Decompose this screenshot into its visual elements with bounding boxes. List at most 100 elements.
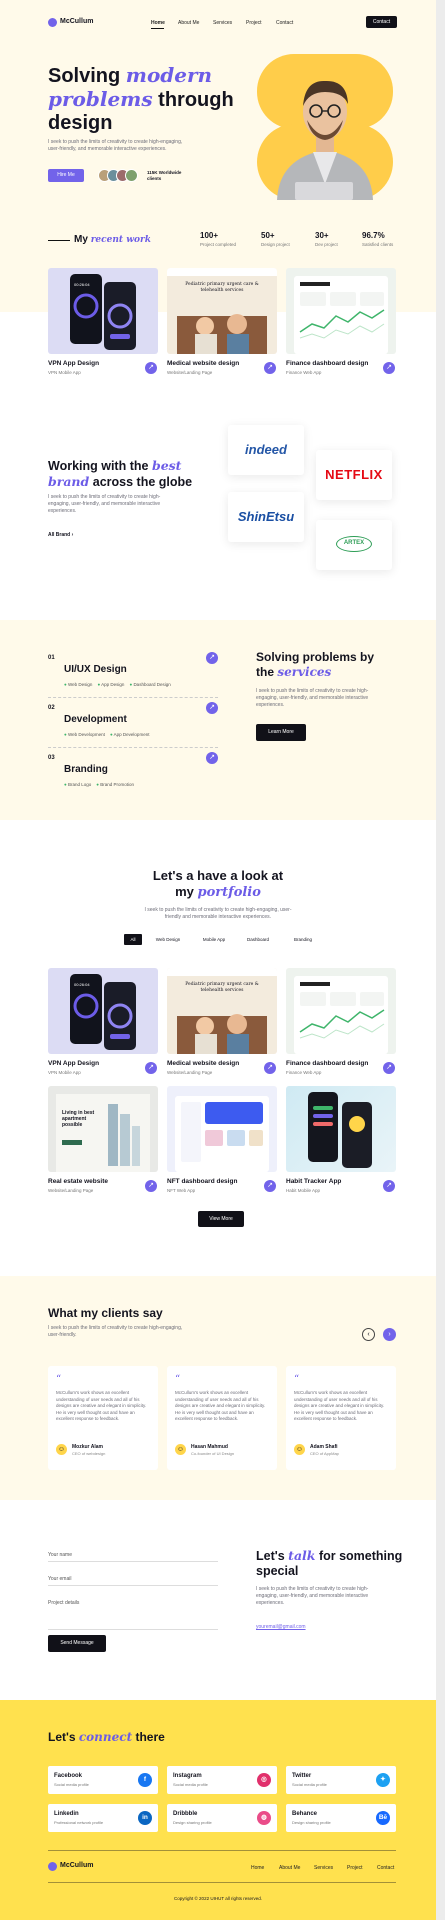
testimonials-title: What my clients say (48, 1306, 163, 1320)
footer-nav-services[interactable]: Services (314, 1865, 333, 1871)
filter-web-design[interactable]: Web Design (148, 934, 188, 945)
filter-all[interactable]: All (124, 934, 142, 945)
social-subtitle: Social media profile (292, 1782, 327, 1787)
hero-section: McCullum Home About Me Services Project … (0, 0, 436, 312)
nav-services[interactable]: Services (213, 20, 232, 26)
service-tags: ● Web Development ● App Development (64, 732, 150, 737)
arrow-icon[interactable]: ↗ (206, 702, 218, 714)
stat-label: Design project (261, 242, 290, 247)
footer-nav-about[interactable]: About Me (279, 1865, 300, 1871)
real-estate-card-image[interactable]: Living in best apartment possible (48, 1086, 158, 1172)
nav-active-underline (151, 28, 164, 29)
recent-card-title[interactable]: VPN App Design (48, 360, 99, 367)
arrow-icon[interactable]: ↗ (145, 1180, 157, 1192)
arrow-icon[interactable]: ↗ (264, 362, 276, 374)
social-card-dribbble[interactable]: Dribbble Design sharing profile ◍ (167, 1804, 277, 1832)
footer-nav-home[interactable]: Home (251, 1865, 264, 1871)
linkedin-icon[interactable]: in (138, 1811, 152, 1825)
dribbble-icon[interactable]: ◍ (257, 1811, 271, 1825)
arrow-icon[interactable]: ↗ (383, 1062, 395, 1074)
portfolio-card-title[interactable]: VPN App Design (48, 1060, 99, 1067)
social-subtitle: Design sharing profile (292, 1820, 331, 1825)
testimonial-text: McCullum's work shows an excellent under… (175, 1390, 266, 1421)
services-section: 01 UI/UX Design ↗ ● Web Design ● App Des… (0, 620, 436, 820)
hero-portrait (255, 54, 397, 200)
nav-contact[interactable]: Contact (276, 20, 293, 26)
arrow-icon[interactable]: ↗ (145, 362, 157, 374)
project-details-input[interactable]: Project details (48, 1596, 218, 1630)
vpn-card-image[interactable]: 00:26:04 (48, 268, 158, 354)
send-message-button[interactable]: Send Message (48, 1635, 106, 1652)
view-more-button[interactable]: View More (198, 1211, 244, 1227)
social-section: Let's connect there Facebook Social media… (0, 1700, 436, 1920)
logo-icon (48, 18, 57, 27)
portfolio-title: Let's a have a look at my portfolio (152, 868, 284, 900)
filter-branding[interactable]: Branding (286, 934, 320, 945)
stat-label: Satisfied clients (362, 242, 394, 247)
arrow-icon[interactable]: ↗ (145, 1062, 157, 1074)
all-brand-link[interactable]: All Brand › (48, 532, 73, 538)
quote-icon: “ (175, 1374, 181, 1385)
portfolio-card-title[interactable]: Real estate website (48, 1178, 108, 1185)
stat-label: Dev project (315, 242, 338, 247)
portfolio-card-title[interactable]: Habit Tracker App (286, 1178, 341, 1185)
next-arrow-icon[interactable]: › (383, 1328, 396, 1341)
recent-card-title[interactable]: Finance dashboard design (286, 360, 368, 367)
instagram-icon[interactable]: ◎ (257, 1773, 271, 1787)
client-role: CEO of webdesign (72, 1451, 106, 1456)
twitter-icon[interactable]: ✦ (376, 1773, 390, 1787)
recent-card-title[interactable]: Medical website design (167, 360, 239, 367)
recent-card-subtitle: VPN Mobile App (48, 370, 81, 375)
habit-tracker-card-image[interactable] (286, 1086, 396, 1172)
brand-card-indeed: indeed (228, 425, 304, 475)
portfolio-card-title[interactable]: Medical website design (167, 1060, 239, 1067)
nft-card-image[interactable] (167, 1086, 277, 1172)
vpn-card-image[interactable]: 00:26:04 (48, 968, 158, 1054)
arrow-icon[interactable]: ↗ (206, 652, 218, 664)
filter-dashboard[interactable]: Dashboard (240, 934, 276, 945)
copyright: Copyright © 2022 UIHUT all rights reserv… (173, 1896, 263, 1901)
name-input[interactable]: Your name (48, 1548, 218, 1562)
arrow-icon[interactable]: ↗ (264, 1180, 276, 1192)
social-card-instagram[interactable]: Instagram Social media profile ◎ (167, 1766, 277, 1794)
finance-card-image[interactable] (286, 968, 396, 1054)
hire-me-button[interactable]: Hire Me (48, 169, 84, 182)
social-card-twitter[interactable]: Twitter Social media profile ✦ (286, 1766, 396, 1794)
netflix-logo: NETFLIX (325, 467, 383, 482)
arrow-icon[interactable]: ↗ (383, 362, 395, 374)
medical-card-image[interactable]: Pediatric primary urgent care & teleheal… (167, 268, 277, 354)
logo-text[interactable]: McCullum (60, 18, 93, 25)
contact-email-link[interactable]: youremail@gmail.com (256, 1624, 306, 1630)
social-card-behance[interactable]: Behance Design sharing profile Bē (286, 1804, 396, 1832)
footer-logo-text[interactable]: McCullum (60, 1862, 93, 1869)
footer-nav-contact[interactable]: Contact (377, 1865, 394, 1871)
client-name: Mozkur Alam (72, 1444, 103, 1450)
contact-button[interactable]: Contact (366, 16, 397, 28)
footer-nav-project[interactable]: Project (347, 1865, 363, 1871)
filter-mobile-app[interactable]: Mobile App (196, 934, 232, 945)
nav-home[interactable]: Home (151, 20, 165, 26)
social-card-linkedin[interactable]: Linkedin Professional network profile in (48, 1804, 158, 1832)
arrow-icon[interactable]: ↗ (264, 1062, 276, 1074)
arrow-icon[interactable]: ↗ (206, 752, 218, 764)
testimonial-text: McCullum's work shows an excellent under… (56, 1390, 147, 1421)
nav-about[interactable]: About Me (178, 20, 199, 26)
learn-more-button[interactable]: Learn More (256, 724, 306, 741)
portfolio-card-title[interactable]: NFT dashboard design (167, 1178, 237, 1185)
medical-card-image[interactable]: Pediatric primary urgent care & teleheal… (167, 968, 277, 1054)
portfolio-card-title[interactable]: Finance dashboard design (286, 1060, 368, 1067)
nav-project[interactable]: Project (246, 20, 262, 26)
brand-card-shinetsu: ShinEtsu (228, 492, 304, 542)
social-card-facebook[interactable]: Facebook Social media profile f (48, 1766, 158, 1794)
service-number: 02 (48, 705, 55, 711)
prev-arrow-icon[interactable]: ‹ (362, 1328, 375, 1341)
shinetsu-logo: ShinEtsu (237, 509, 295, 524)
arrow-icon[interactable]: ↗ (383, 1180, 395, 1192)
finance-card-image[interactable] (286, 268, 396, 354)
facebook-icon[interactable]: f (138, 1773, 152, 1787)
email-input[interactable]: Your email (48, 1572, 218, 1586)
behance-icon[interactable]: Bē (376, 1811, 390, 1825)
service-tags: ● Web Design ● App Design ● Dashboard De… (64, 682, 171, 687)
footer-logo-icon (48, 1862, 57, 1871)
client-name: Hasan Mahmud (191, 1444, 228, 1450)
